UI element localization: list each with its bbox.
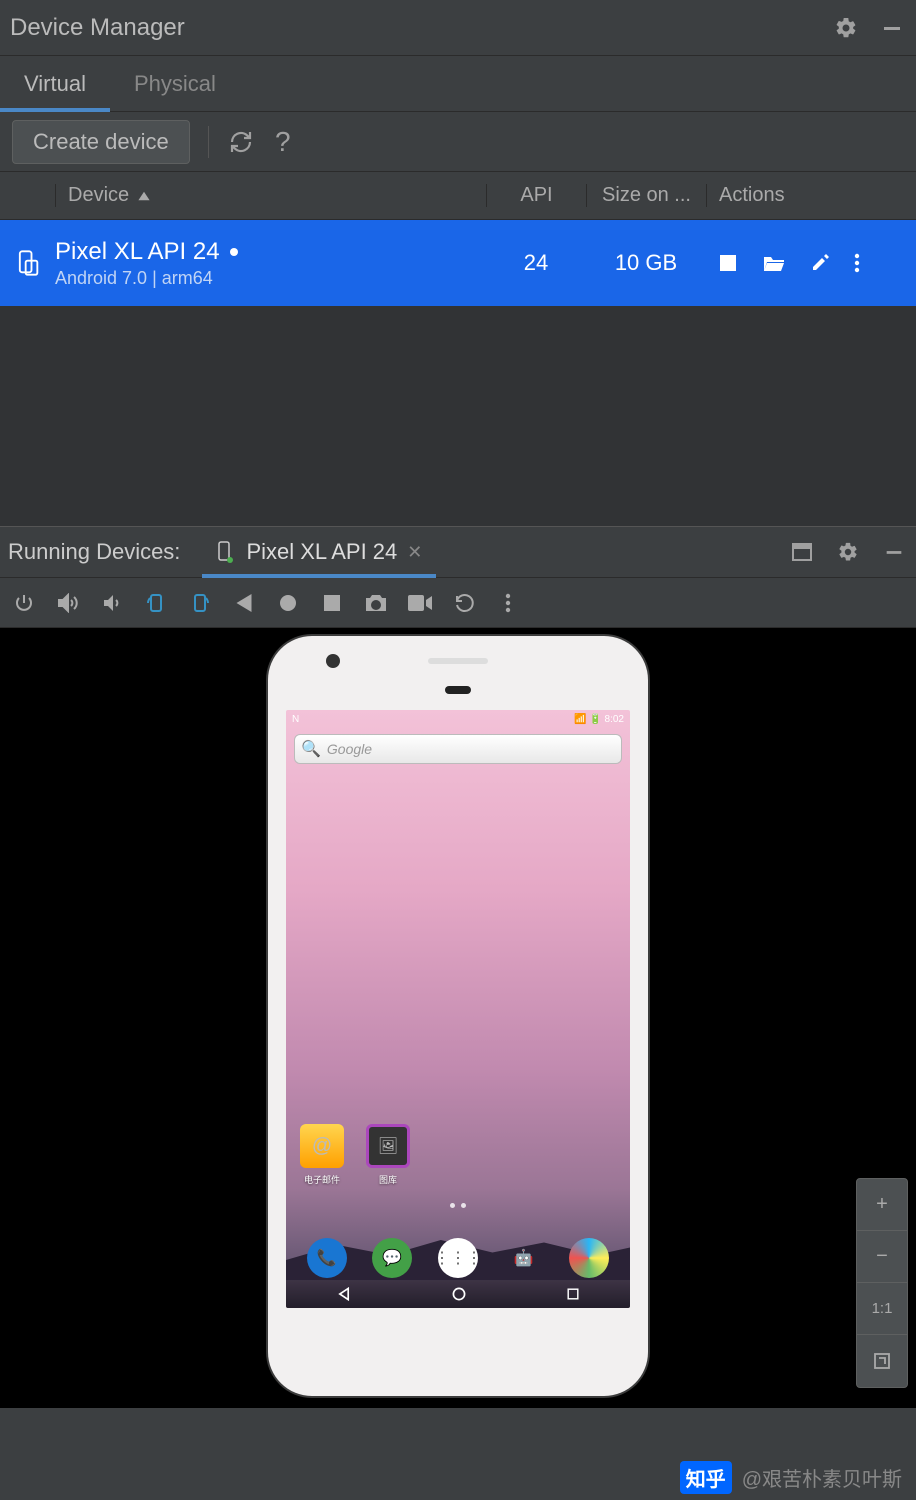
volume-up-icon[interactable]	[56, 591, 80, 615]
running-devices-label: Running Devices:	[8, 539, 180, 565]
search-placeholder: Google	[327, 741, 372, 757]
folder-open-icon[interactable]	[762, 253, 786, 273]
device-tabs: Virtual Physical	[0, 56, 916, 112]
brand-logo: 知乎	[680, 1461, 732, 1494]
phone-screen[interactable]: N 📶 🔋 8:02 🔍 Google @ 电子邮件 🖼 图库	[286, 710, 630, 1308]
page-indicator	[450, 1203, 466, 1208]
device-toolbar: Create device ?	[0, 112, 916, 172]
screenshot-icon[interactable]	[364, 591, 388, 615]
col-header-size[interactable]: Size on ...	[586, 184, 706, 207]
col-header-api[interactable]: API	[486, 184, 586, 207]
device-table-header: Device API Size on ... Actions	[0, 172, 916, 220]
minimize-icon[interactable]	[880, 538, 908, 566]
device-size: 10 GB	[586, 250, 706, 276]
col-header-device[interactable]: Device	[55, 184, 486, 207]
separator	[208, 126, 209, 158]
dock-camera[interactable]	[569, 1238, 609, 1278]
device-manager-header: Device Manager	[0, 0, 916, 56]
tab-virtual[interactable]: Virtual	[0, 56, 110, 111]
nav-recent-icon[interactable]	[567, 1288, 579, 1300]
fullscreen-icon[interactable]	[857, 1335, 907, 1387]
col-device-label: Device	[68, 184, 129, 207]
help-icon[interactable]: ?	[269, 128, 297, 156]
more-icon[interactable]	[854, 253, 860, 273]
device-name: Pixel XL API 24	[55, 238, 220, 266]
window-icon[interactable]	[788, 538, 816, 566]
app-gallery[interactable]: 🖼 图库	[364, 1124, 412, 1188]
watermark: 知乎 @艰苦朴素贝叶斯	[680, 1461, 902, 1494]
edit-icon[interactable]	[810, 253, 830, 273]
back-icon[interactable]	[232, 591, 256, 615]
running-device-tab[interactable]: Pixel XL API 24 ✕	[208, 527, 430, 577]
app-email-label: 电子邮件	[304, 1175, 340, 1185]
running-tab-label: Pixel XL API 24	[246, 539, 397, 565]
nav-back-icon[interactable]	[337, 1287, 351, 1301]
status-bar: N 📶 🔋 8:02	[286, 710, 630, 728]
reset-icon[interactable]	[452, 591, 476, 615]
minimize-icon[interactable]	[878, 14, 906, 42]
zoom-panel: + − 1:1	[856, 1178, 908, 1388]
device-subtitle: Android 7.0 | arm64	[55, 268, 486, 289]
zoom-out-button[interactable]: −	[857, 1231, 907, 1283]
zoom-fit-button[interactable]: 1:1	[857, 1283, 907, 1335]
table-row[interactable]: Pixel XL API 24 Android 7.0 | arm64 24 1…	[0, 220, 916, 306]
rotate-left-icon[interactable]	[144, 591, 168, 615]
rotate-right-icon[interactable]	[188, 591, 212, 615]
phone-speaker	[428, 658, 488, 664]
phone-camera	[326, 654, 340, 668]
signal-icon: 📶	[574, 714, 586, 725]
volume-down-icon[interactable]	[100, 591, 124, 615]
status-time: 8:02	[605, 714, 624, 725]
emulator-toolbar	[0, 578, 916, 628]
device-api: 24	[486, 250, 586, 276]
watermark-author: @艰苦朴素贝叶斯	[742, 1463, 902, 1492]
phone-frame: N 📶 🔋 8:02 🔍 Google @ 电子邮件 🖼 图库	[268, 636, 648, 1396]
dock-app-drawer[interactable]: ⋮⋮⋮	[438, 1238, 478, 1278]
more-icon[interactable]	[496, 591, 520, 615]
device-list-empty-area	[0, 306, 916, 526]
app-grid: @ 电子邮件 🖼 图库	[298, 1124, 412, 1188]
nav-home-icon[interactable]	[452, 1287, 466, 1301]
running-indicator-icon	[230, 248, 238, 256]
power-icon[interactable]	[12, 591, 36, 615]
video-icon[interactable]	[408, 591, 432, 615]
dock-android[interactable]: 🤖	[504, 1238, 544, 1278]
search-icon: 🔍	[301, 739, 321, 759]
phone-home-indicator	[445, 686, 471, 694]
dock: 📞 💬 ⋮⋮⋮ 🤖	[286, 1238, 630, 1278]
battery-icon: 🔋	[589, 714, 601, 725]
stop-icon[interactable]	[718, 253, 738, 273]
app-gallery-label: 图库	[379, 1175, 397, 1185]
col-header-actions: Actions	[706, 184, 916, 207]
create-device-button[interactable]: Create device	[12, 120, 190, 164]
running-devices-header: Running Devices: Pixel XL API 24 ✕	[0, 526, 916, 578]
app-email[interactable]: @ 电子邮件	[298, 1124, 346, 1188]
close-tab-icon[interactable]: ✕	[407, 542, 422, 563]
zoom-in-button[interactable]: +	[857, 1179, 907, 1231]
dock-phone[interactable]: 📞	[307, 1238, 347, 1278]
record-icon[interactable]	[276, 591, 300, 615]
nav-bar	[286, 1280, 630, 1308]
android-n-icon: N	[292, 714, 299, 725]
dock-messages[interactable]: 💬	[372, 1238, 412, 1278]
device-icon	[14, 249, 42, 277]
stop-icon[interactable]	[320, 591, 344, 615]
gear-icon[interactable]	[834, 538, 862, 566]
device-small-icon	[216, 540, 236, 564]
emulator-viewport: N 📶 🔋 8:02 🔍 Google @ 电子邮件 🖼 图库	[0, 628, 916, 1408]
google-search-widget[interactable]: 🔍 Google	[294, 734, 622, 764]
refresh-icon[interactable]	[227, 128, 255, 156]
tab-physical[interactable]: Physical	[110, 56, 240, 111]
gear-icon[interactable]	[832, 14, 860, 42]
sort-asc-icon	[137, 189, 151, 203]
panel-title: Device Manager	[10, 14, 185, 42]
